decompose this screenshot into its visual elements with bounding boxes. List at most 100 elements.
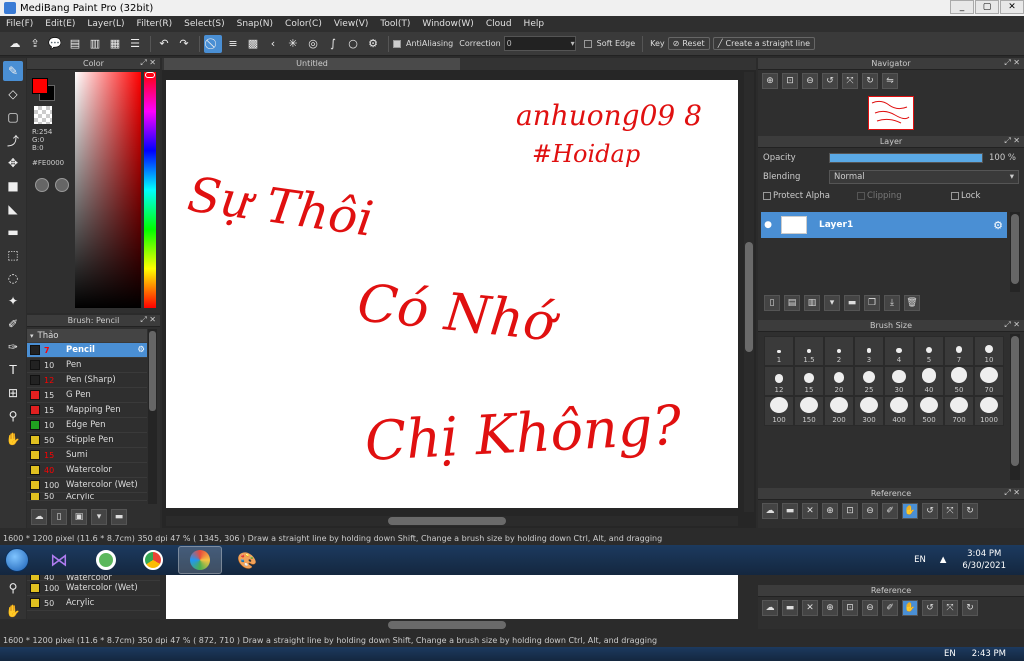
close-icon[interactable]: ✕: [802, 503, 818, 519]
layer-row[interactable]: ● Layer1 ⚙: [761, 212, 1007, 238]
menu-view[interactable]: View(V): [328, 19, 375, 29]
taskbar-app-coccoc[interactable]: [84, 546, 128, 574]
layer-folder-icon[interactable]: ▬: [844, 295, 860, 311]
antialias-checkbox[interactable]: [393, 39, 401, 48]
zoom-fit-icon[interactable]: ⊡: [782, 73, 798, 89]
taskbar-app-chrome[interactable]: [131, 546, 175, 574]
new-halftone-layer-icon[interactable]: ▤: [784, 295, 800, 311]
snap-off-icon[interactable]: ⃠: [204, 34, 222, 53]
new-8bit-layer-icon[interactable]: ▥: [804, 295, 820, 311]
taskbar-app-visualstudio[interactable]: ⋈: [37, 546, 81, 574]
taskbar-app-medibang[interactable]: [178, 546, 222, 574]
parallel-snap-icon[interactable]: ≡: [224, 35, 242, 53]
zoom-out-icon[interactable]: ⊖: [862, 503, 878, 519]
saturation-value-picker[interactable]: [75, 72, 141, 308]
zoom-fit-icon[interactable]: ⊡: [842, 503, 858, 519]
dot-tool-icon[interactable]: ▢: [3, 107, 23, 127]
reset-button[interactable]: ⊘ Reset: [667, 37, 710, 50]
gear-icon[interactable]: ⚙: [364, 35, 382, 53]
gear-icon[interactable]: ⚙: [993, 219, 1003, 232]
brush-item[interactable]: 15 G Pen: [27, 388, 147, 403]
scrollbar-thumb[interactable]: [388, 517, 506, 525]
lock-checkbox[interactable]: [951, 191, 959, 200]
brush-size-option[interactable]: 12: [764, 366, 794, 396]
brush-size-option[interactable]: 30: [884, 366, 914, 396]
grid-icon[interactable]: ▦: [106, 35, 124, 53]
brush-item[interactable]: 10 Pen: [27, 358, 147, 373]
brush-size-option[interactable]: 150: [794, 396, 824, 426]
menu-select[interactable]: Select(S): [178, 19, 231, 29]
brush-tool-icon[interactable]: ✎: [3, 61, 23, 81]
fit-window-icon[interactable]: ⤧: [942, 503, 958, 519]
brush-size-option[interactable]: 4: [884, 336, 914, 366]
clock[interactable]: 3:04 PM 6/30/2021: [962, 548, 1006, 572]
document-tab[interactable]: Untitled: [164, 58, 460, 70]
canvas-horizontal-scrollbar[interactable]: [166, 516, 738, 526]
minimize-button[interactable]: _: [950, 0, 974, 14]
folder-icon[interactable]: ▬: [782, 503, 798, 519]
taskbar-app-paint[interactable]: 🎨: [225, 546, 269, 574]
scrollbar-thumb[interactable]: [1011, 336, 1019, 466]
brush-size-option[interactable]: 5: [914, 336, 944, 366]
brush-menu-icon[interactable]: ▾: [91, 509, 107, 525]
ellipse-snap-icon[interactable]: ○: [344, 35, 362, 53]
zoom-out-icon[interactable]: ⊖: [802, 73, 818, 89]
clipping-checkbox[interactable]: [857, 191, 865, 200]
correction-select[interactable]: 0 ▾: [503, 36, 576, 51]
hue-slider-handle[interactable]: [145, 72, 155, 78]
menu-snap[interactable]: Snap(N): [231, 19, 279, 29]
start-button[interactable]: [0, 545, 34, 575]
menu-layer[interactable]: Layer(L): [81, 19, 130, 29]
brush-size-option[interactable]: 200: [824, 396, 854, 426]
rotate-left-icon[interactable]: ↺: [922, 503, 938, 519]
brush-size-option[interactable]: 10: [974, 336, 1004, 366]
panel-close-icon[interactable]: ⤢ ✕: [140, 315, 156, 325]
brush-group[interactable]: ▾ Thảo: [27, 329, 147, 343]
cloud-brush-icon[interactable]: ☁: [31, 509, 47, 525]
add-brush-icon[interactable]: ▣: [71, 509, 87, 525]
brush-item[interactable]: 100 Watercolor (Wet): [27, 478, 147, 493]
primary-color-swatch[interactable]: [32, 78, 48, 94]
share-icon[interactable]: ⇪: [26, 35, 44, 53]
rotate-right-icon[interactable]: ↻: [862, 73, 878, 89]
brush-size-option[interactable]: 70: [974, 366, 1004, 396]
brush-size-option[interactable]: 400: [884, 396, 914, 426]
redo-icon[interactable]: ↷: [175, 35, 193, 53]
brush-item[interactable]: 15 Mapping Pen: [27, 403, 147, 418]
brush-size-option[interactable]: 25: [854, 366, 884, 396]
eye-icon[interactable]: ●: [761, 220, 775, 230]
new-brush-icon[interactable]: ▯: [51, 509, 67, 525]
list-icon[interactable]: ☰: [126, 35, 144, 53]
merge-down-icon[interactable]: ⤓: [884, 295, 900, 311]
add-layer-menu-icon[interactable]: ▾: [824, 295, 840, 311]
panel-close-icon[interactable]: ⤢ ✕: [1004, 136, 1020, 146]
eyedropper-tool-icon[interactable]: ⚲: [3, 406, 23, 426]
navigator-preview[interactable]: [868, 96, 914, 130]
brush-item[interactable]: 50 Acrylic: [27, 493, 147, 501]
brush-size-option[interactable]: 50: [944, 366, 974, 396]
menu-window[interactable]: Window(W): [416, 19, 479, 29]
menu-tool[interactable]: Tool(T): [374, 19, 416, 29]
zoom-in-icon[interactable]: ⊕: [822, 503, 838, 519]
brush-size-option[interactable]: 100: [764, 396, 794, 426]
hue-slider[interactable]: [144, 72, 156, 308]
canvas-vertical-scrollbar[interactable]: [744, 72, 754, 512]
layer-list-scrollbar[interactable]: [1010, 212, 1020, 292]
comment-icon[interactable]: 💬: [46, 35, 64, 53]
scrollbar-thumb[interactable]: [745, 242, 753, 352]
zoom-in-icon[interactable]: ⊕: [762, 73, 778, 89]
menu-cloud[interactable]: Cloud: [480, 19, 518, 29]
circle-snap-icon[interactable]: ◎: [304, 35, 322, 53]
opacity-slider[interactable]: [829, 152, 983, 163]
gradient-tool-icon[interactable]: ▬: [3, 222, 23, 242]
palette-icon[interactable]: [55, 178, 69, 192]
blending-select[interactable]: Normal ▾: [829, 169, 1019, 184]
document-icon[interactable]: ▥: [86, 35, 104, 53]
scrollbar-thumb[interactable]: [149, 331, 156, 411]
drawing-canvas[interactable]: anhuong09 8 #Hoidap Sự Thôi Có Nhớ Chị K…: [166, 80, 738, 508]
folder-icon[interactable]: ▬: [111, 509, 127, 525]
move-tool-icon[interactable]: ✥: [3, 153, 23, 173]
panel-close-icon[interactable]: ⤢ ✕: [1004, 58, 1020, 68]
new-layer-icon[interactable]: ▯: [764, 295, 780, 311]
rotate-left-icon[interactable]: ↺: [822, 73, 838, 89]
